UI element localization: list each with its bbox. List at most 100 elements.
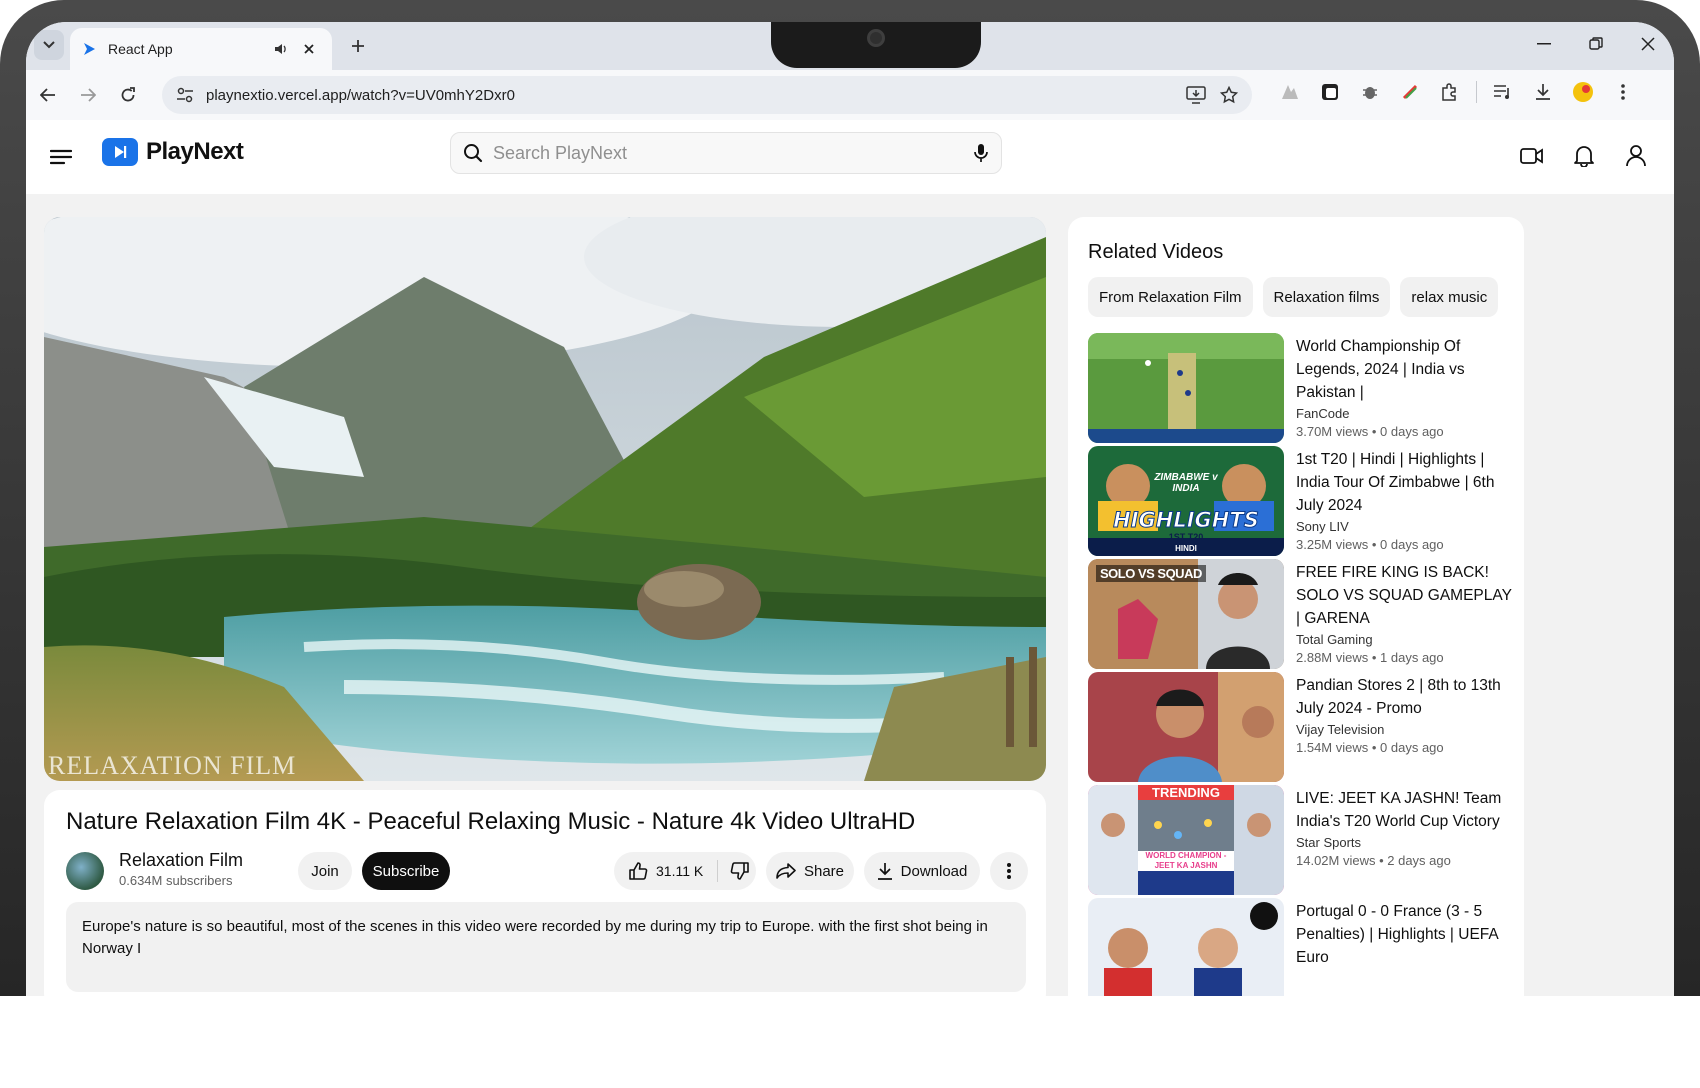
video-thumbnail[interactable]: SOLO VS SQUAD [1088,559,1284,669]
thumb-top-text: ZIMBABWE v INDIA [1154,472,1218,494]
dislike-icon[interactable] [730,861,750,881]
search-input[interactable] [493,142,973,164]
thumb-subtext: WORLD CHAMPION - JEET KA JASHN [1138,851,1234,871]
microphone-icon[interactable] [973,143,989,163]
video-thumbnail[interactable]: ZIMBABWE v INDIA HIGHLIGHTS 1ST T20 HIND… [1088,446,1284,556]
related-video-item[interactable]: SOLO VS SQUAD FREE FIRE KING IS BACK! SO… [1088,559,1512,672]
channel-name[interactable]: Relaxation Film [119,850,243,871]
playnext-app: PlayNext Search PlayNext RELAXATION FILM… [26,120,1674,1000]
search-icon[interactable] [463,143,483,163]
thumb-language: HINDI [1175,544,1197,553]
subscribe-button[interactable]: Subscribe [362,852,450,890]
channel-avatar[interactable] [66,852,104,890]
video-stats: 3.70M views • 0 days ago [1296,424,1444,439]
video-player[interactable]: RELAXATION FILM [44,217,1046,781]
video-title[interactable]: 1st T20 | Hindi | Highlights | India Tou… [1296,448,1512,517]
chip-from-channel[interactable]: From Relaxation Film [1088,277,1253,317]
close-window-button[interactable] [1622,22,1674,66]
share-icon [776,863,796,879]
profile-avatar-icon[interactable] [1569,78,1597,106]
video-title[interactable]: Pandian Stores 2 | 8th to 13th July 2024… [1296,674,1512,720]
related-video-item[interactable]: Portugal 0 - 0 France (3 - 5 Penalties) … [1088,898,1508,1000]
extension-a-icon[interactable] [1276,78,1304,106]
media-controls-icon[interactable] [1489,78,1517,106]
download-label: Download [900,862,968,880]
like-dislike-group: 31.11 K [614,852,756,890]
video-thumbnail[interactable] [1088,333,1284,443]
account-icon[interactable] [1620,140,1652,172]
download-icon [877,863,892,880]
related-video-item[interactable]: Pandian Stores 2 | 8th to 13th July 2024… [1088,672,1508,785]
thumb-headline: HIGHLIGHTS [1113,508,1260,533]
more-actions-icon[interactable] [990,852,1028,890]
related-filter-chips: From Relaxation Film Relaxation films re… [1088,277,1504,317]
related-video-item[interactable]: World Championship Of Legends, 2024 | In… [1088,333,1508,446]
extension-clipboard-icon[interactable] [1316,78,1344,106]
video-frame-landscape [44,217,1046,781]
video-stats: 14.02M views • 2 days ago [1296,853,1451,868]
like-icon[interactable] [628,861,648,881]
video-stats: 3.25M views • 0 days ago [1296,537,1444,552]
camera-notch [771,22,981,68]
tab-audio-icon[interactable] [270,38,292,60]
video-title[interactable]: World Championship Of Legends, 2024 | In… [1296,335,1512,404]
reload-button[interactable] [110,77,146,113]
tab-title: React App [108,41,173,57]
video-description[interactable]: Europe's nature is so beautiful, most of… [66,902,1026,992]
address-bar[interactable]: playnextio.vercel.app/watch?v=UV0mhY2Dxr… [162,76,1252,114]
toolbar-separator [1476,81,1477,103]
tab-search-button[interactable] [34,30,64,60]
notifications-bell-icon[interactable] [1568,140,1600,172]
site-settings-icon[interactable] [176,87,194,103]
browser-toolbar: playnextio.vercel.app/watch?v=UV0mhY2Dxr… [26,70,1674,120]
thumb-headline: SOLO VS SQUAD [1096,565,1206,582]
join-button[interactable]: Join [298,852,352,890]
related-video-list: World Championship Of Legends, 2024 | In… [1088,333,1512,1000]
restore-button[interactable] [1570,22,1622,66]
tab-close-icon[interactable] [298,38,320,60]
back-button[interactable] [30,77,66,113]
menu-icon[interactable] [46,142,76,172]
video-info-card: Nature Relaxation Film 4K - Peaceful Rel… [44,790,1046,1000]
url-text: playnextio.vercel.app/watch?v=UV0mhY2Dxr… [206,86,515,104]
install-app-icon[interactable] [1186,86,1206,104]
video-title[interactable]: Portugal 0 - 0 France (3 - 5 Penalties) … [1296,900,1512,969]
playnext-logo-icon [102,138,138,166]
create-video-icon[interactable] [1516,140,1548,172]
share-button[interactable]: Share [766,852,854,890]
new-tab-button[interactable] [344,32,372,60]
extension-bug-icon[interactable] [1356,78,1384,106]
related-video-item[interactable]: TRENDING WORLD CHAMPION - JEET KA JASHN … [1088,785,1508,898]
chip-relax-music[interactable]: relax music [1400,277,1499,317]
video-channel[interactable]: Sony LIV [1296,519,1512,534]
extension-color-icon[interactable] [1396,78,1424,106]
extensions-puzzle-icon[interactable] [1436,78,1464,106]
video-channel[interactable]: Total Gaming [1296,632,1512,647]
video-thumbnail[interactable] [1088,898,1284,1000]
browser-menu-icon[interactable] [1609,78,1637,106]
video-channel[interactable]: Vijay Television [1296,722,1512,737]
video-title[interactable]: FREE FIRE KING IS BACK! SOLO VS SQUAD GA… [1296,561,1512,630]
share-label: Share [803,862,845,880]
video-watermark: RELAXATION FILM [48,751,297,780]
video-thumbnail[interactable] [1088,672,1284,782]
like-divider [717,860,719,882]
subscriber-count: 0.634M subscribers [119,873,233,888]
thumb-subtext: 1ST T20 [1168,532,1204,542]
minimize-button[interactable] [1518,22,1570,66]
video-thumbnail[interactable]: TRENDING WORLD CHAMPION - JEET KA JASHN [1088,785,1284,895]
video-channel[interactable]: FanCode [1296,406,1512,421]
video-title[interactable]: LIVE: JEET KA JASHN! Team India's T20 Wo… [1296,787,1512,833]
bookmark-star-icon[interactable] [1220,86,1238,104]
chip-relaxation-films[interactable]: Relaxation films [1262,277,1391,317]
forward-button[interactable] [70,77,106,113]
related-heading: Related Videos [1088,241,1224,263]
browser-tab-active[interactable]: React App [70,28,332,70]
download-button[interactable]: Download [864,852,980,890]
brand-logo[interactable]: PlayNext [102,138,244,166]
related-video-item[interactable]: ZIMBABWE v INDIA HIGHLIGHTS 1ST T20 HIND… [1088,446,1508,559]
laptop-frame: React App playnextio.vercel.app/watch?v=… [0,0,1700,1000]
description-text: Europe's nature is so beautiful, most of… [82,918,988,957]
downloads-icon[interactable] [1529,78,1557,106]
video-channel[interactable]: Star Sports [1296,835,1512,850]
